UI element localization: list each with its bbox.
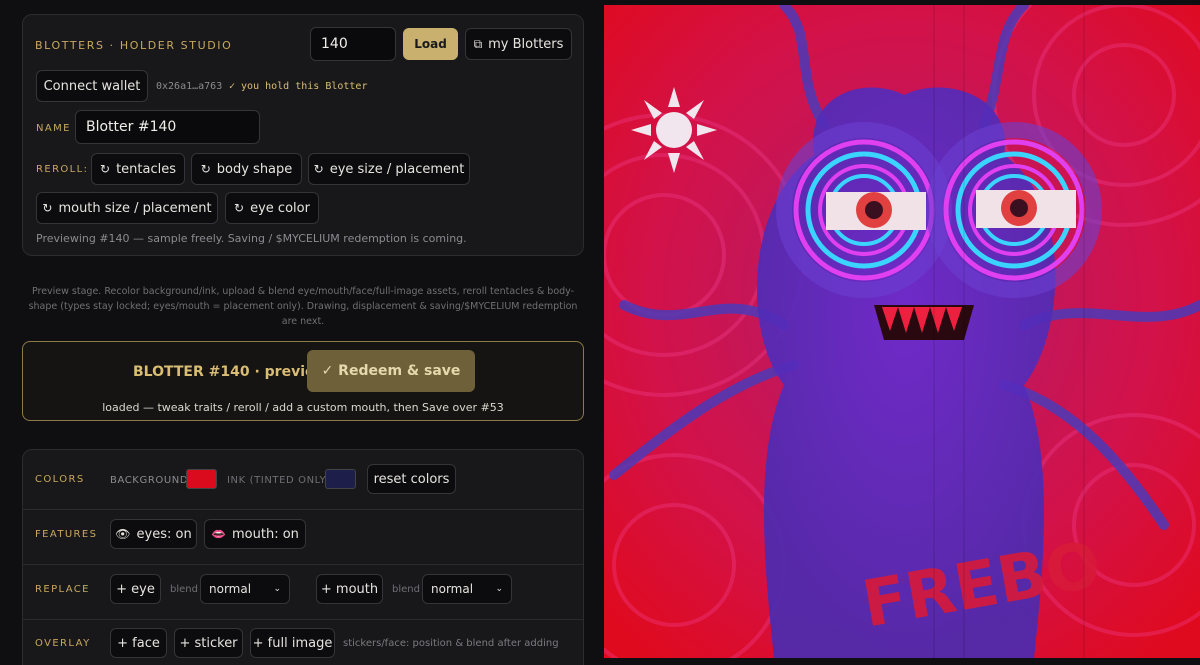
left-eye bbox=[776, 122, 952, 298]
mouth-blend-select[interactable]: normal ⌄ bbox=[422, 574, 512, 604]
brand-title: BLOTTERS · HOLDER STUDIO bbox=[35, 39, 233, 52]
reroll-icon: ↻ bbox=[200, 162, 211, 176]
connect-wallet-button[interactable]: Connect wallet bbox=[36, 70, 148, 102]
redeem-title: BLOTTER #140 · preview bbox=[133, 364, 328, 380]
redeem-card: BLOTTER #140 · preview ✓ Redeem & save l… bbox=[22, 341, 584, 421]
overlay-hint: stickers/face: position & blend after ad… bbox=[343, 638, 559, 649]
ink-label: INK (TINTED ONLY) bbox=[227, 475, 331, 486]
reroll-eye-color-button[interactable]: ↻ eye color bbox=[225, 192, 319, 224]
gallery-icon: ⧉ bbox=[473, 36, 483, 51]
background-color-swatch[interactable] bbox=[186, 469, 217, 489]
wallet-address: 0x26a1…a763 bbox=[156, 81, 223, 92]
reroll-icon: ↻ bbox=[234, 201, 245, 215]
reroll-label: REROLL: bbox=[36, 164, 89, 175]
reroll-tentacles-button[interactable]: ↻ tentacles bbox=[91, 153, 185, 185]
add-sticker-button[interactable]: + sticker bbox=[174, 628, 243, 658]
mouth-toggle[interactable]: 👄 mouth: on bbox=[204, 519, 306, 549]
redeem-status: loaded — tweak traits / reroll / add a c… bbox=[102, 401, 504, 414]
chevron-down-icon: ⌄ bbox=[273, 584, 281, 594]
name-input[interactable]: Blotter #140 bbox=[75, 110, 260, 144]
divider bbox=[23, 509, 583, 510]
token-id-input[interactable]: 140 bbox=[310, 27, 396, 61]
chevron-down-icon: ⌄ bbox=[495, 584, 503, 594]
features-label: FEATURES bbox=[35, 529, 98, 540]
mouth bbox=[874, 305, 974, 340]
reroll-body-shape-button[interactable]: ↻ body shape bbox=[191, 153, 302, 185]
right-eye bbox=[926, 122, 1102, 298]
overlay-label: OVERLAY bbox=[35, 638, 91, 649]
blotter-preview-canvas[interactable]: FREBO bbox=[604, 5, 1200, 658]
mouth-blend-label: blend bbox=[392, 584, 420, 595]
reroll-icon: ↻ bbox=[42, 201, 53, 215]
load-button[interactable]: Load bbox=[403, 28, 458, 60]
replace-label: REPLACE bbox=[35, 584, 90, 595]
colors-label: COLORS bbox=[35, 474, 85, 485]
blotter-artwork: FREBO bbox=[604, 5, 1200, 658]
eye-blend-select[interactable]: normal ⌄ bbox=[200, 574, 290, 604]
studio-panel: BLOTTERS · HOLDER STUDIO 140 Load ⧉ my Bl… bbox=[22, 14, 584, 256]
redeem-save-button[interactable]: ✓ Redeem & save bbox=[307, 350, 475, 392]
divider bbox=[23, 619, 583, 620]
add-mouth-button[interactable]: + mouth bbox=[316, 574, 383, 604]
reroll-icon: ↻ bbox=[313, 162, 324, 176]
my-blotters-button[interactable]: ⧉ my Blotters bbox=[465, 28, 572, 60]
editor-pane: BLOTTERS · HOLDER STUDIO 140 Load ⧉ my Bl… bbox=[0, 0, 600, 665]
divider bbox=[23, 564, 583, 565]
controls-panel: COLORS BACKGROUND INK (TINTED ONLY) rese… bbox=[22, 449, 584, 665]
eye-icon: 👁 bbox=[115, 527, 131, 541]
holder-status: ✓ you hold this Blotter bbox=[229, 81, 368, 92]
reroll-eye-placement-button[interactable]: ↻ eye size / placement bbox=[308, 153, 470, 185]
reroll-icon: ↻ bbox=[100, 162, 111, 176]
reroll-mouth-placement-button[interactable]: ↻ mouth size / placement bbox=[36, 192, 218, 224]
background-label: BACKGROUND bbox=[110, 475, 189, 486]
reset-colors-button[interactable]: reset colors bbox=[367, 464, 456, 494]
add-face-button[interactable]: + face bbox=[110, 628, 167, 658]
preview-info: Previewing #140 — sample freely. Saving … bbox=[36, 232, 467, 245]
eye-blend-label: blend bbox=[170, 584, 198, 595]
add-full-image-button[interactable]: + full image bbox=[250, 628, 335, 658]
lips-icon: 👄 bbox=[211, 527, 227, 541]
ink-color-swatch[interactable] bbox=[325, 469, 356, 489]
preview-note: Preview stage. Recolor background/ink, u… bbox=[28, 286, 578, 327]
name-label: NAME bbox=[36, 123, 71, 134]
add-eye-button[interactable]: + eye bbox=[110, 574, 161, 604]
eyes-toggle[interactable]: 👁 eyes: on bbox=[110, 519, 197, 549]
